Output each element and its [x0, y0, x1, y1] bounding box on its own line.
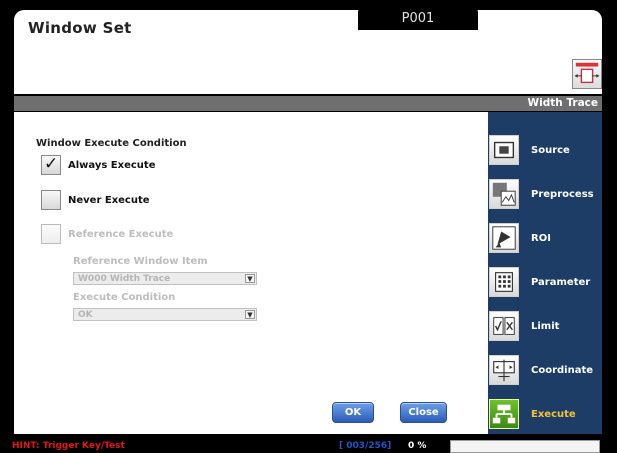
reference-execute-label: Reference Execute — [68, 228, 174, 240]
sidebar-item-roi[interactable]: ROI — [488, 218, 602, 258]
reference-execute-option[interactable]: Reference Execute — [41, 224, 173, 244]
header-panel: Window Set — [14, 10, 602, 94]
sidebar-item-preprocess[interactable]: Preprocess — [488, 174, 602, 214]
status-message-box — [450, 440, 600, 453]
sidebar-item-label: Execute — [531, 408, 576, 420]
app-frame: Window Set P001 Width Trace Window Execu… — [0, 0, 617, 453]
never-execute-checkbox[interactable] — [41, 190, 61, 210]
window-item-icon[interactable] — [572, 59, 602, 89]
program-tab: P001 — [358, 8, 478, 30]
execute-icon — [489, 399, 519, 429]
reference-window-item-label: Reference Window Item — [73, 256, 208, 267]
program-tab-label: P001 — [401, 11, 435, 26]
dropdown-arrow-icon: ▼ — [245, 274, 255, 283]
sidebar-item-coordinate[interactable]: Coordinate — [488, 350, 602, 390]
item-counter: [ 003/256] — [339, 441, 392, 451]
setting-sidebar: Source Preprocess ROI Parameter Limit Co… — [488, 112, 602, 434]
always-execute-label: Always Execute — [68, 159, 156, 171]
limit-icon — [489, 311, 519, 341]
section-title: Window Execute Condition — [36, 138, 187, 149]
sidebar-item-label: Source — [531, 144, 570, 156]
always-execute-option[interactable]: ✓ Always Execute — [41, 154, 156, 175]
never-execute-option[interactable]: Never Execute — [41, 190, 150, 210]
source-icon — [489, 135, 519, 165]
sidebar-item-execute[interactable]: Execute — [488, 394, 602, 434]
sidebar-item-label: Preprocess — [531, 188, 594, 200]
preprocess-icon — [489, 179, 519, 209]
always-execute-checkbox[interactable]: ✓ — [41, 154, 61, 175]
checkmark-icon: ✓ — [44, 154, 59, 174]
sidebar-item-label: Parameter — [531, 276, 591, 288]
window-name-band: Width Trace — [14, 96, 602, 111]
reference-window-item-select[interactable]: W000 Width Trace ▼ — [73, 272, 257, 285]
execute-condition-label: Execute Condition — [73, 292, 176, 303]
execute-condition-value: OK — [78, 310, 93, 320]
ok-button[interactable]: OK — [332, 402, 374, 423]
progress-percent: 0 % — [408, 441, 427, 451]
sidebar-item-label: Coordinate — [531, 364, 594, 376]
sidebar-item-label: Limit — [531, 320, 560, 332]
parameter-icon — [489, 267, 519, 297]
window-title: Window Set — [28, 19, 132, 37]
roi-icon — [489, 223, 519, 253]
reference-execute-checkbox[interactable] — [41, 224, 61, 244]
reference-window-item-value: W000 Width Trace — [78, 274, 171, 284]
dropdown-arrow-icon: ▼ — [245, 310, 255, 319]
close-button[interactable]: Close — [400, 402, 447, 423]
hint-text: HINT: Trigger Key/Test — [12, 441, 125, 451]
execute-condition-panel: Window Execute Condition ✓ Always Execut… — [14, 112, 488, 434]
execute-condition-select[interactable]: OK ▼ — [73, 308, 257, 321]
sidebar-item-label: ROI — [531, 232, 551, 244]
window-name-label: Width Trace — [527, 97, 598, 109]
sidebar-item-parameter[interactable]: Parameter — [488, 262, 602, 302]
sidebar-item-limit[interactable]: Limit — [488, 306, 602, 346]
never-execute-label: Never Execute — [68, 194, 150, 206]
sidebar-item-source[interactable]: Source — [488, 130, 602, 170]
coordinate-icon — [489, 355, 519, 385]
